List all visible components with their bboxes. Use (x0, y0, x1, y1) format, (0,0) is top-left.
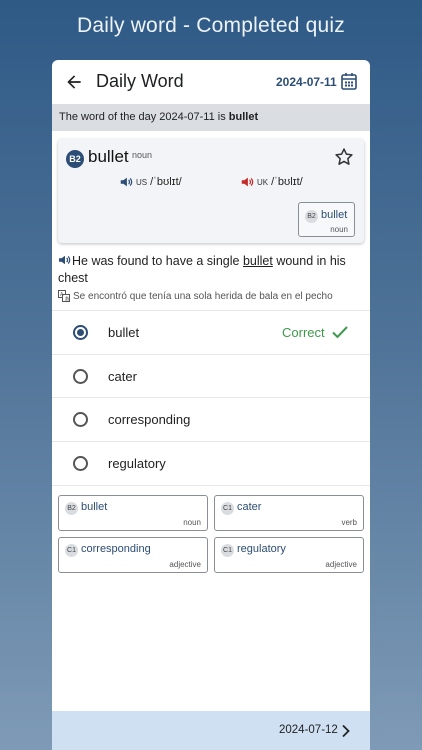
word-title: bullet (88, 147, 129, 166)
chip-word: corresponding (81, 543, 151, 555)
chip-word: cater (237, 501, 262, 513)
svg-text:あ: あ (65, 297, 70, 303)
speaker-icon[interactable] (240, 175, 254, 189)
chip-pos: noun (183, 518, 201, 527)
word-chip-cater[interactable]: C1 cater verb (214, 495, 364, 531)
chip-pos: verb (341, 518, 357, 527)
chip-word: regulatory (237, 543, 286, 555)
option-label: cater (108, 369, 137, 384)
pronunciation-uk[interactable]: UK /ˈbʊlɪt/ (240, 175, 303, 189)
chevron-right-icon[interactable] (341, 724, 351, 738)
option-cater[interactable]: cater (52, 354, 370, 398)
next-day-button[interactable]: 2024-07-12 (279, 724, 338, 736)
option-label: corresponding (108, 412, 191, 427)
app-screen: Daily Word 2024-07-11 The word of the da… (52, 60, 370, 750)
part-of-speech: noun (132, 150, 153, 160)
word-card: B2 bullet noun US /ˈbʊlɪt/ UK /ˈbʊlɪt/ B… (58, 139, 364, 243)
current-date[interactable]: 2024-07-11 (276, 75, 337, 89)
correct-status: Correct (282, 325, 325, 340)
checkmark-icon (332, 326, 348, 339)
pron-uk-label: UK (257, 177, 269, 187)
chip-level-badge: C1 (221, 544, 234, 557)
chip-level-badge: C1 (65, 544, 78, 557)
chip-pos: adjective (169, 560, 201, 569)
pron-us-label: US (136, 177, 148, 187)
level-badge: B2 (66, 150, 84, 168)
calendar-icon[interactable] (341, 72, 357, 90)
word-chip-bullet[interactable]: B2 bullet noun (58, 495, 208, 531)
option-bullet[interactable]: bullet Correct (52, 310, 370, 354)
promo-title: Daily word - Completed quiz (76, 14, 345, 37)
svg-text:A: A (60, 292, 64, 298)
radio-unselected[interactable] (73, 456, 88, 471)
word-chip-regulatory[interactable]: C1 regulatory adjective (214, 537, 364, 573)
chip-level-badge: C1 (221, 502, 234, 515)
chip-pos: adjective (325, 560, 357, 569)
option-corresponding[interactable]: corresponding (52, 397, 370, 441)
chip-level-badge: B2 (65, 502, 78, 515)
radio-unselected[interactable] (73, 369, 88, 384)
example-sentence: He was found to have a single bullet wou… (58, 253, 364, 287)
pron-us-ipa: /ˈbʊlɪt/ (150, 176, 182, 188)
speaker-icon[interactable] (119, 175, 133, 189)
back-arrow-icon[interactable] (64, 72, 84, 92)
radio-unselected[interactable] (73, 412, 88, 427)
word-chip-corresponding[interactable]: C1 corresponding adjective (58, 537, 208, 573)
pronunciation-us[interactable]: US /ˈbʊlɪt/ (119, 175, 182, 189)
favorite-star-icon[interactable] (334, 147, 354, 167)
app-bar: Daily Word 2024-07-11 (52, 60, 370, 104)
translate-icon: A あ (58, 290, 70, 302)
example-highlight: bullet (242, 254, 273, 268)
divider (52, 485, 370, 486)
pron-uk-ipa: /ˈbʊlɪt/ (271, 176, 303, 188)
speaker-icon[interactable] (58, 254, 72, 266)
banner-text: The word of the day 2024-07-11 is (59, 111, 229, 123)
mini-level-badge: B2 (305, 210, 318, 223)
radio-selected[interactable] (73, 325, 88, 340)
word-of-day-banner: The word of the day 2024-07-11 is bullet (52, 104, 370, 131)
word-mini-card[interactable]: B2 bullet noun (298, 202, 355, 237)
page-title: Daily Word (96, 71, 184, 91)
banner-word: bullet (228, 111, 259, 123)
mini-word: bullet (321, 209, 348, 221)
chip-word: bullet (81, 501, 108, 513)
option-label: regulatory (108, 456, 166, 471)
translation-row: A あ Se encontró que tenía una sola herid… (58, 290, 333, 302)
example-before: He was found to have a single (72, 254, 243, 268)
option-label: bullet (108, 325, 140, 340)
mini-pos: noun (330, 225, 348, 234)
option-regulatory[interactable]: regulatory (52, 441, 370, 485)
bottom-navigation: 2024-07-12 (52, 711, 370, 750)
translation-text: Se encontró que tenía una sola herida de… (73, 290, 333, 302)
